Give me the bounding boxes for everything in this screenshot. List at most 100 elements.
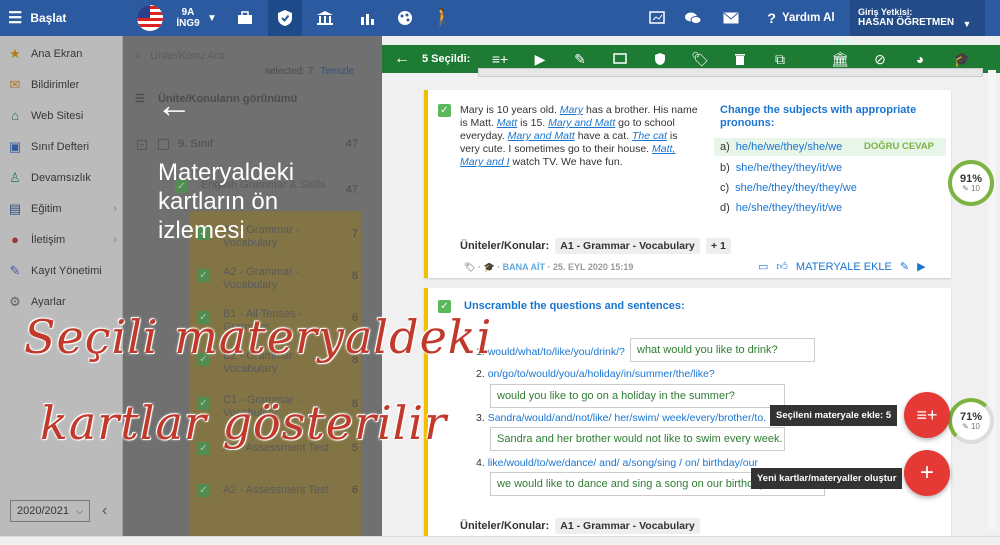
prompt-text: Sandra/would/and/not/like/ her/swim/ wee…: [487, 412, 767, 424]
passage-subject: The cat: [631, 130, 668, 142]
card-meta: 🏷 · 🎓 · BANA AİT · 25. EYL 2020 15:19: [464, 262, 634, 272]
class-label: 9A: [181, 7, 195, 18]
topics-label: Üniteler/Konular:: [460, 240, 550, 252]
class-dropdown-icon[interactable]: ▼: [204, 0, 220, 36]
scramble-prompt: 4. like/would/to/we/dance/ and/ a/song/s…: [476, 457, 758, 469]
material-card[interactable]: ✓ Mary is 10 years old. Mary has a broth…: [424, 90, 951, 278]
topic-chip[interactable]: A1 - Grammar - Vocabulary: [555, 518, 700, 534]
passage-part: is 15.: [517, 117, 549, 129]
add-selected-button[interactable]: ≡+: [904, 392, 950, 438]
progress-ring: 71% ✎ 10: [948, 398, 994, 444]
user-name: HASAN ÖĞRETMEN: [858, 17, 955, 29]
passage-text: Mary is 10 years old. Mary has a brother…: [460, 104, 700, 169]
owner-label: BANA AİT: [502, 262, 545, 272]
more-topics-chip[interactable]: + 1: [705, 238, 731, 254]
palette-icon[interactable]: [388, 0, 422, 36]
question-text: Unscramble the questions and sentences:: [464, 300, 685, 312]
hamburger-icon: ☰: [8, 10, 23, 27]
help-button[interactable]: ? Yardım Al: [762, 0, 840, 36]
prompt-text: would/what/to/like/you/drink/?: [487, 346, 625, 358]
passage-part: watch TV. We have fun.: [509, 156, 623, 168]
preview-title: Materyaldeki kartların ön izlemesi: [158, 159, 295, 244]
option-text: she/he/they/they/it/we: [735, 162, 843, 174]
option-text: she/he/they/they/they/we: [735, 182, 857, 194]
option-letter: b): [720, 162, 730, 174]
start-menu-button[interactable]: ☰ Başlat: [0, 0, 80, 36]
progress-ring: 91% ✎ 10: [948, 160, 994, 206]
option-a[interactable]: a) he/he/we/they/she/we DOĞRU CEVAP: [714, 138, 946, 156]
bottom-scrollbar[interactable]: [0, 536, 1000, 545]
cast-icon[interactable]: [640, 0, 674, 36]
add-selected-tooltip: Seçileni materyale ekle: 5: [770, 405, 898, 426]
help-label: Yardım Al: [781, 12, 835, 24]
prompt-text: like/would/to/we/dance/ and/ a/song/sing…: [487, 457, 758, 469]
correct-answer-label: DOĞRU CEVAP: [863, 141, 934, 152]
walking-icon[interactable]: 🚶: [426, 0, 460, 36]
date-label: 25. EYL 2020 15:19: [552, 262, 634, 272]
course-label: İNG9: [176, 18, 200, 29]
annotation-line-2: kartlar gösterilir: [40, 396, 448, 450]
create-new-button[interactable]: +: [904, 450, 950, 496]
option-b[interactable]: b) she/he/they/they/it/we: [720, 162, 842, 174]
selected-count-label: 5 Seçildi:: [422, 53, 471, 65]
back-arrow-icon[interactable]: ←: [392, 45, 412, 73]
bar-chart-icon[interactable]: [350, 0, 384, 36]
topics-label: Üniteler/Konular:: [460, 520, 550, 532]
mail-icon[interactable]: [714, 0, 748, 36]
institution-icon[interactable]: [308, 0, 342, 36]
progress-count: 10: [971, 183, 980, 193]
play-icon[interactable]: ▶: [917, 260, 925, 273]
passage-subject: Mary and Matt: [548, 117, 616, 129]
topics-row: Üniteler/Konular: A1 - Grammar - Vocabul…: [460, 518, 700, 534]
question-text: Change the subjects with appropriate pro…: [720, 104, 917, 129]
scramble-prompt: 2. on/go/to/would/you/a/holiday/in/summe…: [476, 368, 715, 380]
scramble-prompt: 1. would/what/to/like/you/drink/?: [476, 346, 625, 358]
item-number: 3.: [476, 412, 485, 424]
flag-icon[interactable]: [132, 0, 168, 36]
chat-bubbles-icon[interactable]: [676, 0, 710, 36]
user-role-label: Giriş Yetkisi:: [858, 6, 913, 17]
cast-icon[interactable]: ▭: [758, 260, 768, 273]
answer-field[interactable]: would you like to go on a holiday in the…: [490, 384, 785, 408]
plus-icon: +: [919, 459, 934, 486]
like-icon[interactable]: 👍︎: [776, 260, 788, 273]
passage-part: Mary is 10 years old.: [460, 104, 560, 116]
back-arrow-icon[interactable]: ←: [156, 84, 192, 126]
option-letter: d): [720, 202, 730, 214]
option-letter: c): [720, 182, 730, 194]
edit-icon[interactable]: ✎: [900, 260, 909, 273]
playlist-add-icon: ≡+: [916, 404, 938, 425]
option-d[interactable]: d) he/she/they/they/it/we: [720, 202, 842, 214]
vertical-scrollbar[interactable]: [988, 70, 996, 530]
horizontal-scrollbar[interactable]: [478, 68, 983, 77]
card-actions: ▭ 👍︎ MATERYALE EKLE ✎ ▶: [758, 260, 926, 274]
passage-part: have a cat.: [574, 130, 632, 142]
scramble-prompt: 3. Sandra/would/and/not/like/ her/swim/ …: [476, 412, 766, 424]
tag-icon: 🏷: [464, 262, 476, 272]
option-letter: a): [720, 141, 730, 153]
option-text: he/he/we/they/she/we: [735, 141, 843, 153]
add-to-material-button[interactable]: MATERYALE EKLE: [796, 261, 892, 273]
answer-field[interactable]: Sandra and her brother would not like to…: [490, 427, 785, 451]
class-selector[interactable]: 9A İNG9: [170, 0, 206, 36]
pencil-icon: ✎: [962, 421, 969, 431]
option-text: he/she/they/they/it/we: [735, 202, 843, 214]
item-number: 4.: [476, 457, 485, 469]
passage-subject: Matt: [496, 117, 518, 129]
graduation-cap-icon: 🎓: [483, 262, 495, 272]
topics-row: Üniteler/Konular: A1 - Grammar - Vocabul…: [460, 238, 731, 254]
answer-field[interactable]: what would you like to drink?: [630, 338, 815, 362]
option-c[interactable]: c) she/he/they/they/they/we: [720, 182, 857, 194]
top-bar: ☰ Başlat 9A İNG9 ▼ 🚶 ? Yardım Al Giriş Y…: [0, 0, 1000, 36]
card-checkbox[interactable]: ✓: [438, 104, 451, 117]
pencil-icon: ✎: [962, 183, 969, 193]
start-menu-label: Başlat: [30, 11, 67, 25]
briefcase-icon[interactable]: [228, 0, 262, 36]
progress-count: 10: [971, 421, 980, 431]
passage-subject: Mary: [559, 104, 584, 116]
topic-chip[interactable]: A1 - Grammar - Vocabulary: [555, 238, 700, 254]
shield-icon[interactable]: [268, 0, 302, 36]
item-number: 2.: [476, 368, 485, 380]
annotation-line-1: Seçili materyaldeki: [24, 310, 493, 364]
prompt-text: on/go/to/would/you/a/holiday/in/summer/t…: [487, 368, 715, 380]
